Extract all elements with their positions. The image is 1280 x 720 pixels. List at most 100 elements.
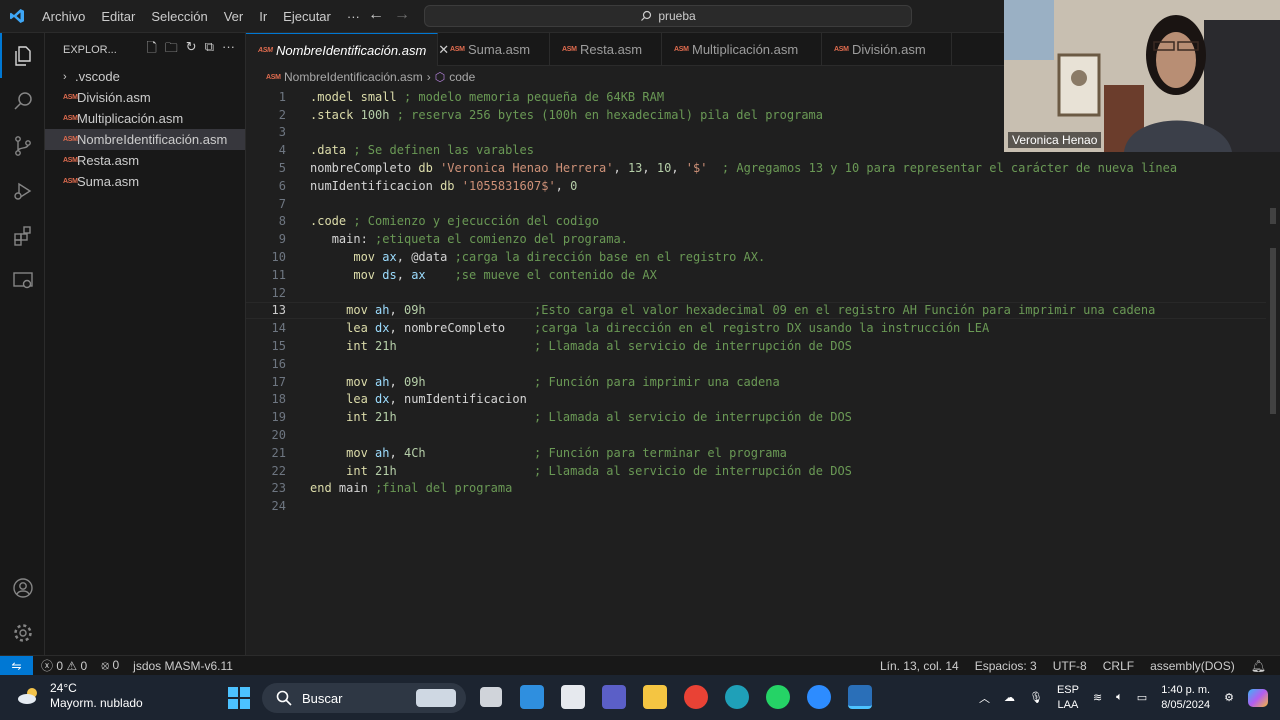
extensions-icon[interactable] <box>0 213 45 258</box>
whatsapp-icon[interactable] <box>766 685 790 709</box>
code-line[interactable]: 11 mov ds, ax ;se mueve el contenido de … <box>246 266 1266 284</box>
tree-file-division[interactable]: ASM División.asm <box>45 87 245 108</box>
notifications-bell-icon[interactable]: 🔔︎ <box>1251 659 1266 673</box>
settings-gear-icon[interactable] <box>0 610 45 655</box>
code-text: mov ah, 09h ;Esto carga el valor hexadec… <box>346 303 1156 318</box>
command-center-search[interactable]: prueba <box>424 5 912 27</box>
scrollbar-thumb[interactable] <box>1270 208 1276 224</box>
microphone-icon[interactable]: 🎙︎ <box>1029 691 1043 704</box>
line-number: 11 <box>271 267 286 282</box>
language-indicator[interactable]: ESP LAA <box>1057 683 1079 713</box>
clock[interactable]: 1:40 p. m. 8/05/2024 <box>1161 683 1210 713</box>
code-editor[interactable]: 1 .model small ; modelo memoria pequeña d… <box>246 88 1280 655</box>
code-line[interactable]: 23 end main ;final del programa <box>246 480 1266 498</box>
wifi-icon[interactable]: ≋ <box>1093 691 1102 704</box>
remote-explorer-icon[interactable] <box>0 258 45 303</box>
code-line[interactable]: 15 int 21h ; Llamada al servicio de inte… <box>246 337 1266 355</box>
tab-division[interactable]: ASM División.asm <box>822 33 952 66</box>
run-debug-icon[interactable] <box>0 168 45 213</box>
scrollbar-thumb[interactable] <box>1270 248 1276 414</box>
asm-file-icon: ASM <box>834 46 849 53</box>
code-line[interactable]: 6 numIdentificacion db '1055831607$', 0 <box>246 177 1266 195</box>
code-line[interactable]: 22 int 21h ; Llamada al servicio de inte… <box>246 462 1266 480</box>
code-line[interactable]: 7 <box>246 195 1266 213</box>
tree-file-nombreidentificacion[interactable]: ASM NombreIdentificación.asm <box>45 129 245 150</box>
onedrive-cloud-icon[interactable]: ☁ <box>1004 691 1015 704</box>
store-icon[interactable] <box>520 685 544 709</box>
new-file-icon[interactable]: 🗋 <box>146 39 156 61</box>
battery-icon[interactable]: ▭ <box>1137 691 1147 704</box>
menu-ver[interactable]: Ver <box>216 9 252 24</box>
breadcrumb-file[interactable]: NombreIdentificación.asm <box>284 70 423 84</box>
menu-ejecutar[interactable]: Ejecutar <box>275 9 339 24</box>
file-explorer-icon[interactable] <box>643 685 667 709</box>
code-line[interactable]: 20 <box>246 426 1266 444</box>
notification-icon[interactable]: ⚙ <box>1224 691 1234 704</box>
menu-editar[interactable]: Editar <box>93 9 143 24</box>
tree-file-multiplicacion[interactable]: ASM Multiplicación.asm <box>45 108 245 129</box>
tab-nombreidentificacion[interactable]: ASM NombreIdentificación.asm ✕ <box>246 33 449 66</box>
code-line[interactable]: 19 int 21h ; Llamada al servicio de inte… <box>246 408 1266 426</box>
account-icon[interactable] <box>0 565 45 610</box>
zoom-icon[interactable] <box>807 685 831 709</box>
problems-indicator[interactable]: ⓧ 0 ⚠ 0 <box>41 657 87 674</box>
line-ending[interactable]: CRLF <box>1103 659 1134 673</box>
tab-suma[interactable]: ASM Suma.asm <box>438 33 550 66</box>
chevron-up-icon[interactable]: ︿ <box>979 690 990 706</box>
code-line[interactable]: 24 <box>246 497 1266 515</box>
code-line[interactable]: 10 mov ax, @data ;carga la dirección bas… <box>246 248 1266 266</box>
chrome-icon[interactable] <box>684 685 708 709</box>
indentation[interactable]: Espacios: 3 <box>975 659 1037 673</box>
encoding[interactable]: UTF-8 <box>1053 659 1087 673</box>
copilot-icon[interactable] <box>1248 688 1268 707</box>
explorer-icon[interactable] <box>0 33 45 78</box>
code-line[interactable]: 14 lea dx, nombreCompleto ;carga la dire… <box>246 319 1266 337</box>
more-actions-icon[interactable]: ··· <box>222 39 235 61</box>
ports-icon: ⦻ <box>101 658 110 672</box>
forward-arrow-icon[interactable]: → <box>394 6 410 24</box>
collapse-all-icon[interactable]: ⧉ <box>205 39 214 61</box>
code-line[interactable]: 16 <box>246 355 1266 373</box>
refresh-icon[interactable]: ↻ <box>186 39 197 61</box>
language-mode[interactable]: assembly(DOS) <box>1150 659 1235 673</box>
breadcrumb-symbol[interactable]: code <box>449 70 475 84</box>
new-folder-icon[interactable]: 🗀 <box>165 39 178 61</box>
code-line[interactable]: 18 lea dx, numIdentificacion <box>246 391 1266 409</box>
code-line[interactable]: 12 <box>246 284 1266 302</box>
tree-folder-vscode[interactable]: › .vscode <box>45 66 245 87</box>
code-line[interactable]: 21 mov ah, 4Ch ; Función para terminar e… <box>246 444 1266 462</box>
cursor-position[interactable]: Lín. 13, col. 14 <box>880 659 959 673</box>
code-line[interactable]: 8 .code ; Comienzo y ejecucción del codig… <box>246 213 1266 231</box>
vscode-taskbar-icon[interactable] <box>848 685 872 709</box>
extension-status[interactable]: jsdos MASM-v6.11 <box>133 659 233 673</box>
tree-file-suma[interactable]: ASM Suma.asm <box>45 171 245 192</box>
code-line[interactable]: 5 nombreCompleto db 'Veronica Henao Herre… <box>246 159 1266 177</box>
code-text: lea dx, nombreCompleto ;carga la direcci… <box>346 321 990 336</box>
code-line[interactable]: 17 mov ah, 09h ; Función para imprimir u… <box>246 373 1266 391</box>
task-view-icon[interactable] <box>480 687 502 707</box>
edge-icon[interactable] <box>725 685 749 709</box>
taskbar-search[interactable]: Buscar <box>262 683 466 713</box>
activity-bar <box>0 33 45 655</box>
settings-app-icon[interactable] <box>561 685 585 709</box>
menu-seleccion[interactable]: Selección <box>143 9 215 24</box>
code-line[interactable]: 13 mov ah, 09h ;Esto carga el valor hexa… <box>246 301 1266 320</box>
back-arrow-icon[interactable]: ← <box>368 6 384 24</box>
teams-icon[interactable] <box>602 685 626 709</box>
chevron-right-icon: › <box>63 70 67 83</box>
code-line[interactable]: 9 main: ;etiqueta el comienzo del progra… <box>246 230 1266 248</box>
ports-indicator[interactable]: ⦻ 0 <box>101 658 119 673</box>
volume-icon[interactable]: 🔈︎ <box>1116 691 1123 704</box>
tab-multiplicacion[interactable]: ASM Multiplicación.asm <box>662 33 822 66</box>
remote-indicator-icon[interactable]: ⇋ <box>0 655 33 676</box>
menu-archivo[interactable]: Archivo <box>34 9 93 24</box>
tab-resta[interactable]: ASM Resta.asm <box>550 33 662 66</box>
weather-widget[interactable]: 24°C Mayorm. nublado <box>16 681 143 711</box>
menu-ir[interactable]: Ir <box>251 9 275 24</box>
tree-file-resta[interactable]: ASM Resta.asm <box>45 150 245 171</box>
menu-more[interactable]: ··· <box>339 9 368 24</box>
search-icon[interactable] <box>0 78 45 123</box>
source-control-icon[interactable] <box>0 123 45 168</box>
windows-taskbar: 24°C Mayorm. nublado Buscar ︿ ☁ 🎙︎ ESP L… <box>0 675 1280 720</box>
windows-start-icon[interactable] <box>228 687 250 709</box>
